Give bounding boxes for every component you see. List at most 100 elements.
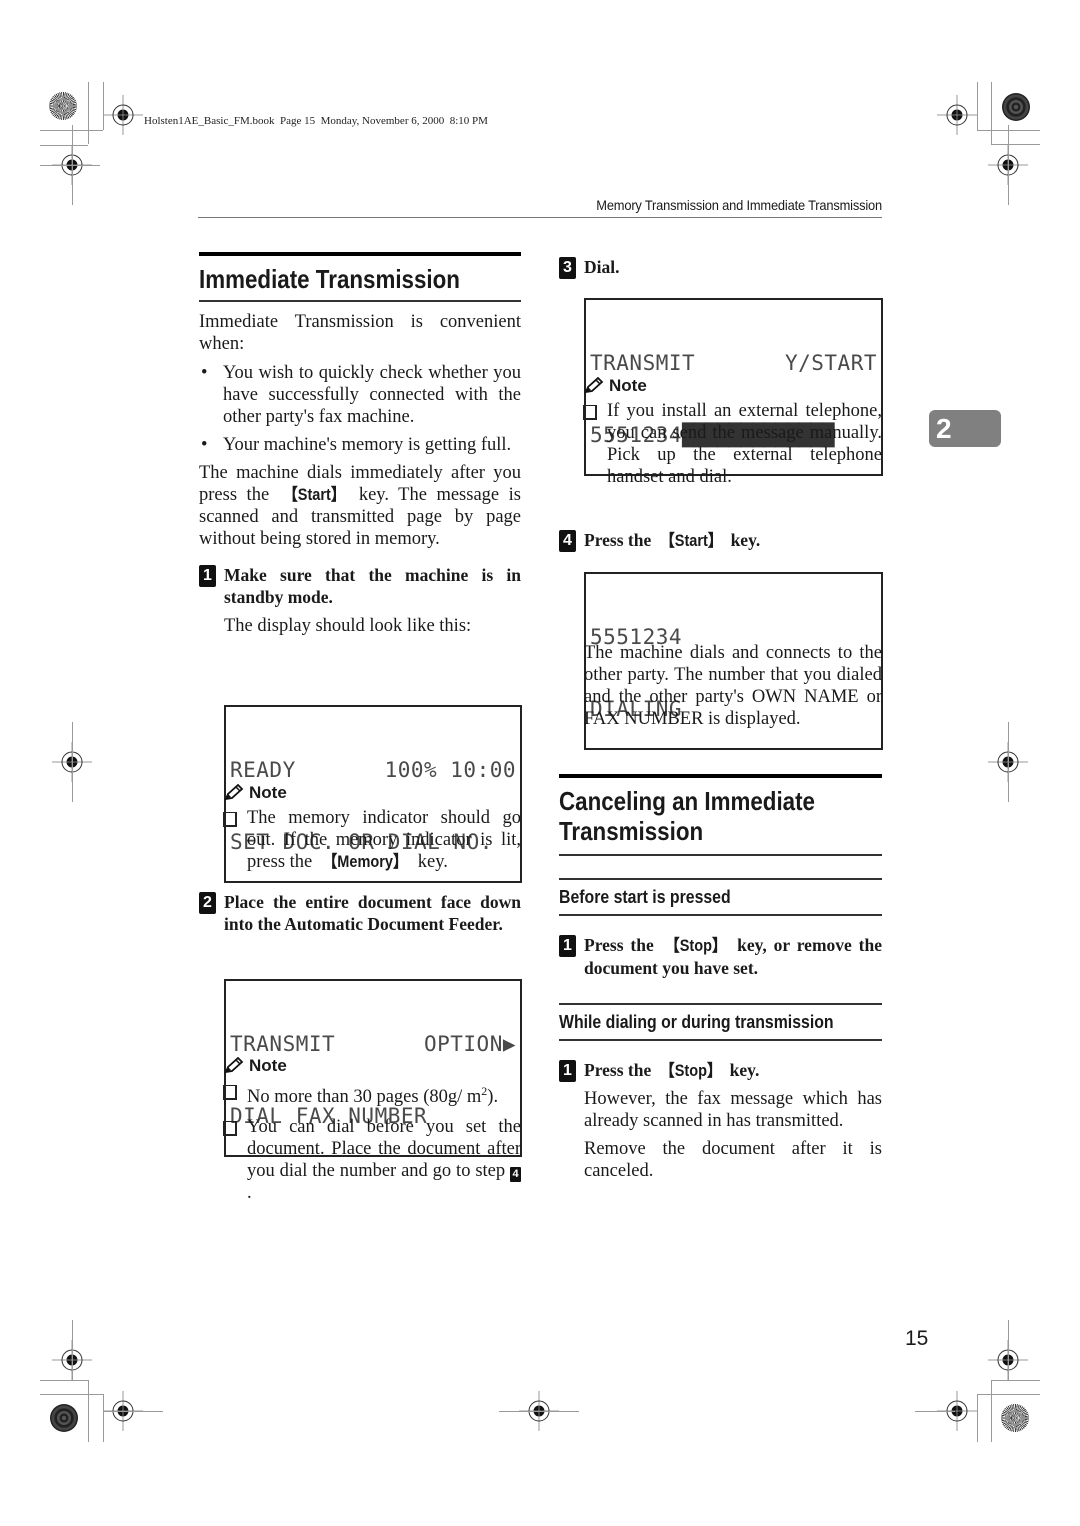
note-text: ). bbox=[487, 1087, 499, 1108]
checkbox-icon bbox=[223, 1121, 237, 1137]
step-text: Dial. bbox=[584, 257, 620, 277]
crop-line bbox=[88, 1380, 89, 1442]
chapter-tab: 2 bbox=[929, 410, 1001, 447]
crop-line bbox=[977, 1394, 1040, 1395]
color-disc-icon bbox=[49, 92, 77, 120]
subsection-rule bbox=[559, 878, 882, 880]
section-rule bbox=[199, 252, 521, 256]
step-2-heading: 2 Place the entire document face down in… bbox=[199, 891, 521, 935]
note-label: Note bbox=[249, 783, 287, 802]
crop-line bbox=[991, 1380, 1040, 1381]
subsection-rule bbox=[559, 1039, 882, 1041]
section-rule bbox=[199, 300, 521, 302]
start-key-label: 【Start】 bbox=[659, 532, 722, 550]
crop-line bbox=[1008, 125, 1009, 205]
crop-line bbox=[103, 1411, 163, 1412]
subsection-rule bbox=[559, 1003, 882, 1005]
header-rule bbox=[198, 217, 882, 218]
note-label: Note bbox=[249, 1056, 287, 1075]
crop-line bbox=[88, 82, 89, 144]
intro-paragraph: Immediate Transmission is convenient whe… bbox=[199, 312, 521, 354]
lcd-line: TRANSMIT bbox=[590, 351, 696, 375]
memory-key-label: 【Memory】 bbox=[322, 853, 408, 871]
step-2: 2 Place the entire document face down in… bbox=[199, 891, 521, 935]
crop-line bbox=[991, 1380, 992, 1442]
crop-line bbox=[72, 722, 73, 802]
step-3: 3 Dial. bbox=[559, 256, 882, 279]
left-column: Immediate Transmission Immediate Transmi… bbox=[199, 252, 521, 637]
lcd-line: OPTION▶ bbox=[423, 1032, 516, 1056]
pencil-icon bbox=[224, 1057, 244, 1074]
cancel-step-1: 1 Press the 【Stop】 key, or remove the do… bbox=[559, 934, 882, 979]
step-subtext: The display should look like this: bbox=[224, 616, 472, 636]
section-title: Canceling an Immediate Transmission bbox=[559, 786, 815, 846]
cancel-paragraph: However, the fax message which has alrea… bbox=[584, 1089, 882, 1131]
crop-line bbox=[977, 82, 978, 130]
step-3-heading: 3 Dial. bbox=[559, 256, 882, 279]
step-4-heading: 4 Press the 【Start】 key. bbox=[559, 529, 882, 552]
step-number-icon: 1 bbox=[199, 565, 216, 587]
note-step1: Note The memory indicator should go out.… bbox=[223, 783, 521, 873]
checkbox-icon bbox=[583, 405, 597, 420]
note-step3: Note If you install an external telephon… bbox=[583, 376, 882, 488]
start-key-label: 【Start】 bbox=[282, 486, 346, 504]
step-1: 1 Make sure that the machine is in stand… bbox=[199, 564, 521, 608]
crop-line bbox=[915, 1411, 955, 1412]
note-label: Note bbox=[609, 376, 647, 395]
stop-key-label: 【Stop】 bbox=[664, 937, 727, 955]
list-item: Your machine's memory is getting full. bbox=[199, 434, 521, 456]
crop-line bbox=[40, 1394, 103, 1395]
page-number: 15 bbox=[905, 1327, 929, 1350]
step-text: Press the bbox=[584, 530, 656, 550]
note-item: The memory indicator should go out. If t… bbox=[223, 807, 521, 873]
step-number-icon: 4 bbox=[559, 530, 576, 552]
color-disc-icon bbox=[1002, 93, 1030, 121]
section-rule bbox=[559, 854, 882, 856]
section-rule bbox=[559, 774, 882, 778]
cancel-section: Canceling an Immediate Transmission Befo… bbox=[559, 774, 882, 1182]
note-heading: Note bbox=[223, 783, 521, 803]
pencil-icon bbox=[224, 784, 244, 801]
lcd-line: 100% 10:00 bbox=[384, 758, 516, 782]
step-number-icon: 1 bbox=[559, 1060, 576, 1082]
crop-line bbox=[499, 1411, 579, 1412]
step-4: 4 Press the 【Start】 key. bbox=[559, 529, 882, 552]
checkbox-icon bbox=[223, 812, 237, 827]
crop-line bbox=[1008, 1320, 1009, 1380]
lcd-line: READY bbox=[230, 758, 296, 782]
step-number-icon: 2 bbox=[199, 892, 216, 914]
step-text: Press the bbox=[584, 1060, 656, 1080]
file-info: Holsten1AE_Basic_FM.book Page 15 Monday,… bbox=[144, 115, 488, 127]
note-text: No more than 30 pages (80g/ m bbox=[247, 1087, 482, 1108]
note-text: key. bbox=[413, 852, 448, 872]
step-reference-icon: 4 bbox=[510, 1167, 521, 1183]
subsection-rule bbox=[559, 914, 882, 916]
list-item: You wish to quickly check whether you ha… bbox=[199, 362, 521, 428]
color-disc-icon bbox=[50, 1404, 78, 1432]
step-number-icon: 3 bbox=[559, 257, 576, 279]
running-header: Memory Transmission and Immediate Transm… bbox=[596, 197, 882, 213]
lcd-line: Y/START bbox=[784, 351, 877, 375]
note-text: . bbox=[247, 1183, 252, 1204]
crop-line bbox=[40, 1380, 88, 1381]
step-text: Make sure that the machine is in standby… bbox=[224, 565, 521, 607]
checkbox-icon bbox=[223, 1085, 237, 1100]
step-text: Press the bbox=[584, 935, 661, 955]
note-item: If you install an external telephone, yo… bbox=[583, 400, 882, 488]
lcd-line: TRANSMIT bbox=[230, 1032, 336, 1056]
note-heading: Note bbox=[223, 1056, 521, 1076]
section-title: Immediate Transmission bbox=[199, 264, 460, 294]
pencil-icon bbox=[584, 377, 604, 394]
registration-mark-icon bbox=[937, 95, 977, 135]
step-4-paragraph: The machine dials and connects to the ot… bbox=[584, 643, 882, 729]
step-text: key. bbox=[725, 1060, 760, 1080]
crop-line bbox=[72, 1320, 73, 1380]
note-text: If you install an external telephone, yo… bbox=[607, 401, 882, 487]
note-item: No more than 30 pages (80g/ m2). bbox=[223, 1080, 521, 1108]
color-disc-icon bbox=[1001, 1404, 1029, 1432]
registration-mark-icon bbox=[103, 95, 143, 135]
crop-line bbox=[991, 82, 992, 144]
subsection-title: While dialing or during transmission bbox=[559, 1012, 834, 1032]
cancel-paragraph: Remove the document after it is canceled… bbox=[584, 1139, 882, 1181]
bullet-list: You wish to quickly check whether you ha… bbox=[199, 362, 521, 456]
